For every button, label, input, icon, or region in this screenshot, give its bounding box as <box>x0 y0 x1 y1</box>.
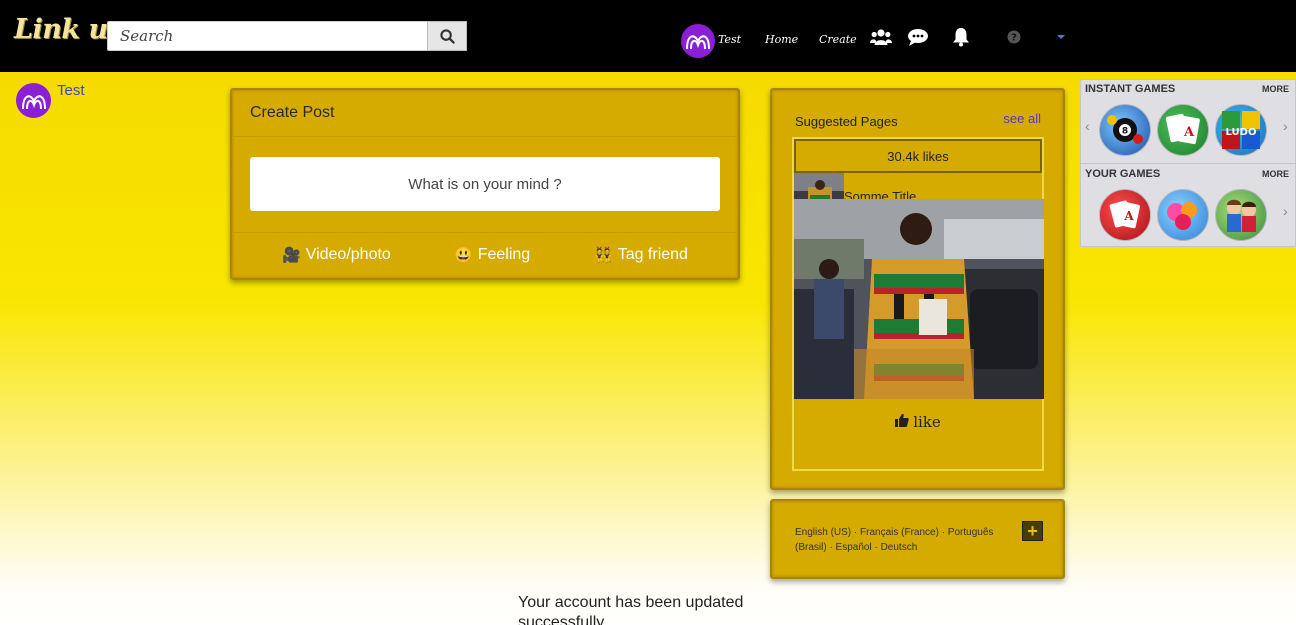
svg-text:LUDO: LUDO <box>1226 127 1257 138</box>
your-games-section: YOUR GAMES MORE A › <box>1081 165 1295 249</box>
page-cover-photo[interactable] <box>794 199 1044 399</box>
dropdown-caret-icon[interactable] <box>1050 26 1072 48</box>
farm-characters-icon[interactable] <box>1215 189 1267 241</box>
suggested-pages-title: Suggested Pages <box>795 114 898 129</box>
notifications-bell-icon[interactable] <box>950 26 972 48</box>
svg-text:8: 8 <box>1122 127 1128 137</box>
suggested-page-card: 30.4k likes Somme Title like <box>792 137 1044 471</box>
see-all-link[interactable]: see all <box>1003 111 1041 126</box>
user-avatar-icon <box>16 83 51 118</box>
your-games-title: YOUR GAMES <box>1085 168 1161 180</box>
post-actions: 🎥 Video/photo 😃 Feeling 👯 Tag friend <box>232 246 738 270</box>
chevron-left-icon[interactable]: ‹ <box>1085 118 1090 134</box>
instant-games-title: INSTANT GAMES <box>1085 83 1176 95</box>
post-prompt-input[interactable]: What is on your mind ? <box>250 157 720 211</box>
user-avatar-icon <box>686 35 710 50</box>
language-links[interactable]: English (US) · Français (France) · Portu… <box>795 525 1010 555</box>
tag-friend-label: Tag friend <box>617 246 688 263</box>
svg-text:A: A <box>1123 209 1134 223</box>
video-photo-label: Video/photo <box>305 246 391 263</box>
candy-icon[interactable] <box>1157 189 1209 241</box>
nav-avatar[interactable] <box>681 24 715 58</box>
messages-icon[interactable] <box>907 26 929 48</box>
top-navbar: Link up Test Home Create <box>0 0 1296 72</box>
smiley-icon: 😃 <box>454 247 473 264</box>
left-user-name[interactable]: Test <box>57 82 85 99</box>
feeling-label: Feeling <box>477 246 531 263</box>
instant-games-more-link[interactable]: MORE <box>1262 84 1289 94</box>
instant-games-section: INSTANT GAMES MORE ‹ 8 A LUDO › <box>1081 80 1295 164</box>
thumbs-up-icon <box>895 413 909 431</box>
search-button[interactable] <box>427 21 467 51</box>
like-page-button[interactable]: like <box>794 409 1042 435</box>
8-ball-pool-icon[interactable]: 8 <box>1099 104 1151 156</box>
search-bar <box>107 21 467 51</box>
solitaire-icon[interactable]: A <box>1157 104 1209 156</box>
video-camera-icon: 🎥 <box>282 247 301 264</box>
svg-text:A: A <box>1183 125 1195 140</box>
create-post-title: Create Post <box>250 104 335 121</box>
like-label: like <box>913 413 941 431</box>
nav-user-name[interactable]: Test <box>718 33 741 46</box>
divider <box>232 232 738 233</box>
left-profile-link[interactable]: Test <box>16 82 85 118</box>
divider <box>232 136 738 137</box>
chevron-right-icon[interactable]: › <box>1283 203 1288 219</box>
add-language-button[interactable]: + <box>1022 521 1043 541</box>
help-icon[interactable]: ? <box>1003 26 1025 48</box>
video-photo-button[interactable]: 🎥 Video/photo <box>282 246 391 264</box>
suggested-pages-panel: Suggested Pages see all 30.4k likes Somm… <box>770 88 1065 490</box>
poker-icon[interactable]: A <box>1099 189 1151 241</box>
status-message: Your account has been updated successful… <box>518 594 744 625</box>
svg-text:?: ? <box>1011 33 1017 44</box>
page-likes-count: 30.4k likes <box>794 139 1042 173</box>
tag-friend-button[interactable]: 👯 Tag friend <box>594 246 688 264</box>
your-games-more-link[interactable]: MORE <box>1262 169 1289 179</box>
search-icon <box>439 28 455 44</box>
nav-create-link[interactable]: Create <box>819 33 857 46</box>
nav-home-link[interactable]: Home <box>765 33 798 46</box>
feeling-button[interactable]: 😃 Feeling <box>454 246 530 264</box>
languages-panel: English (US) · Français (France) · Portu… <box>770 499 1065 579</box>
friends-icon[interactable] <box>870 26 892 48</box>
chevron-right-icon[interactable]: › <box>1283 118 1288 134</box>
search-input[interactable] <box>107 21 427 51</box>
ludo-icon[interactable]: LUDO <box>1215 104 1267 156</box>
people-icon: 👯 <box>594 247 613 264</box>
games-widget: INSTANT GAMES MORE ‹ 8 A LUDO › YOUR GAM… <box>1080 79 1296 247</box>
create-post-panel: Create Post What is on your mind ? 🎥 Vid… <box>230 88 740 280</box>
